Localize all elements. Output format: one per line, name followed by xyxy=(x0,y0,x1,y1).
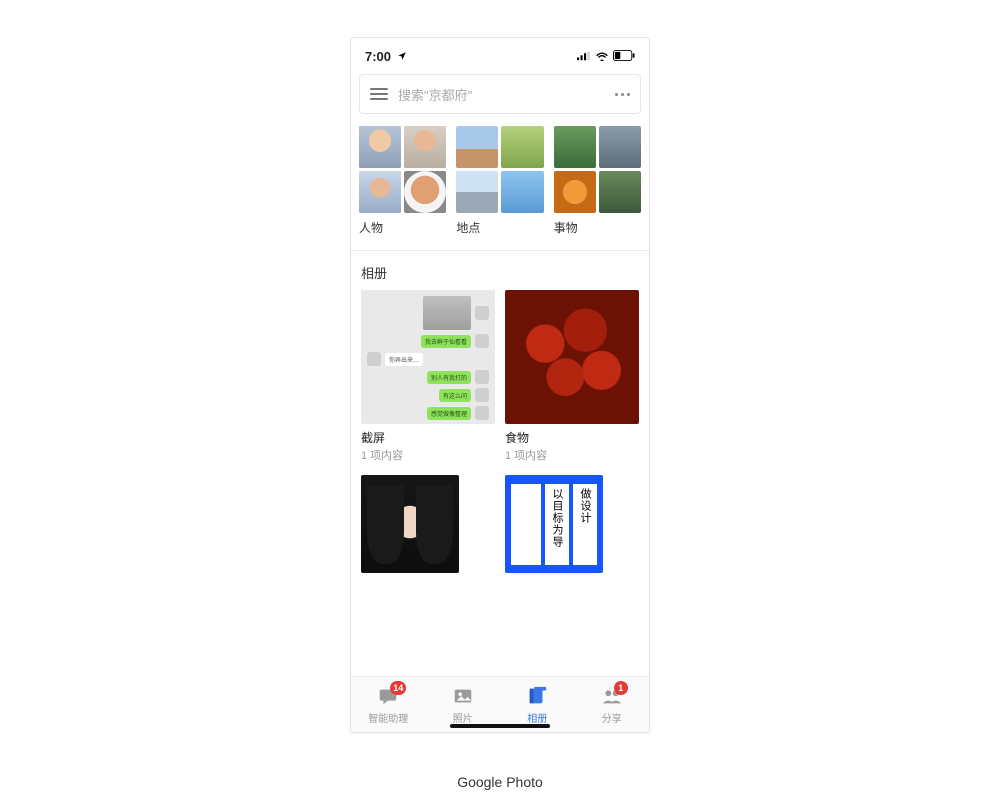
portrait-thumb xyxy=(361,475,459,573)
place-thumb xyxy=(501,171,543,213)
people-thumb xyxy=(359,126,401,168)
tab-label: 分享 xyxy=(602,710,622,725)
cellular-signal-icon xyxy=(577,49,591,64)
place-thumb xyxy=(501,126,543,168)
album-name: 食物 xyxy=(505,429,639,446)
status-bar: 7:00 xyxy=(351,38,649,74)
thing-thumb xyxy=(599,126,641,168)
category-grid: 人物 地点 xyxy=(351,122,649,236)
category-things[interactable]: 事物 xyxy=(554,126,641,236)
albums-icon xyxy=(526,685,548,707)
banner-thumb: 以目标为导 做设计 xyxy=(505,475,603,573)
search-input[interactable]: 搜索"京都府" xyxy=(398,85,605,104)
tab-label: 照片 xyxy=(453,710,473,725)
tab-share[interactable]: 1 分享 xyxy=(575,677,650,732)
albums-grid: 我去鲜于仙看看 你弄出来… 别人有我打的 有这么问 感觉做像整理 截屏 1 项内… xyxy=(351,290,649,573)
album-name: 截屏 xyxy=(361,429,495,446)
badge: 1 xyxy=(614,681,628,695)
battery-icon xyxy=(613,49,635,64)
album-banner[interactable]: 以目标为导 做设计 xyxy=(505,475,639,573)
place-thumb xyxy=(456,171,498,213)
screenshot-thumb: 我去鲜于仙看看 你弄出来… 别人有我打的 有这么问 感觉做像整理 xyxy=(361,290,495,424)
album-portrait[interactable] xyxy=(361,475,495,573)
tab-label: 智能助理 xyxy=(368,710,408,725)
phone-frame: 7:00 搜索"京都府" xyxy=(350,37,650,733)
people-thumb xyxy=(359,171,401,213)
search-bar[interactable]: 搜索"京都府" xyxy=(359,74,641,114)
album-screenshots[interactable]: 我去鲜于仙看看 你弄出来… 别人有我打的 有这么问 感觉做像整理 截屏 1 项内… xyxy=(361,290,495,463)
content-scroll[interactable]: 人物 地点 xyxy=(351,122,649,676)
album-food[interactable]: 食物 1 项内容 xyxy=(505,290,639,463)
category-places[interactable]: 地点 xyxy=(456,126,543,236)
wifi-icon xyxy=(595,49,609,64)
category-label: 地点 xyxy=(456,219,543,236)
home-indicator[interactable] xyxy=(450,724,550,728)
album-count: 1 项内容 xyxy=(361,447,495,463)
album-count: 1 项内容 xyxy=(505,447,639,463)
food-thumb xyxy=(505,290,639,424)
photos-icon xyxy=(452,685,474,707)
people-thumb xyxy=(404,126,446,168)
tab-assistant[interactable]: 14 智能助理 xyxy=(351,677,426,732)
thing-thumb xyxy=(599,171,641,213)
category-label: 事物 xyxy=(554,219,641,236)
people-thumb xyxy=(404,171,446,213)
menu-icon[interactable] xyxy=(370,88,388,100)
badge: 14 xyxy=(390,681,406,695)
thing-thumb xyxy=(554,171,596,213)
tab-label: 相册 xyxy=(527,710,547,725)
location-arrow-icon xyxy=(395,49,409,64)
place-thumb xyxy=(456,126,498,168)
category-people[interactable]: 人物 xyxy=(359,126,446,236)
status-time: 7:00 xyxy=(365,49,391,64)
more-icon[interactable] xyxy=(615,93,630,96)
albums-section-title: 相册 xyxy=(351,251,649,290)
figure-caption: Google Photo xyxy=(457,770,543,790)
thing-thumb xyxy=(554,126,596,168)
category-label: 人物 xyxy=(359,219,446,236)
